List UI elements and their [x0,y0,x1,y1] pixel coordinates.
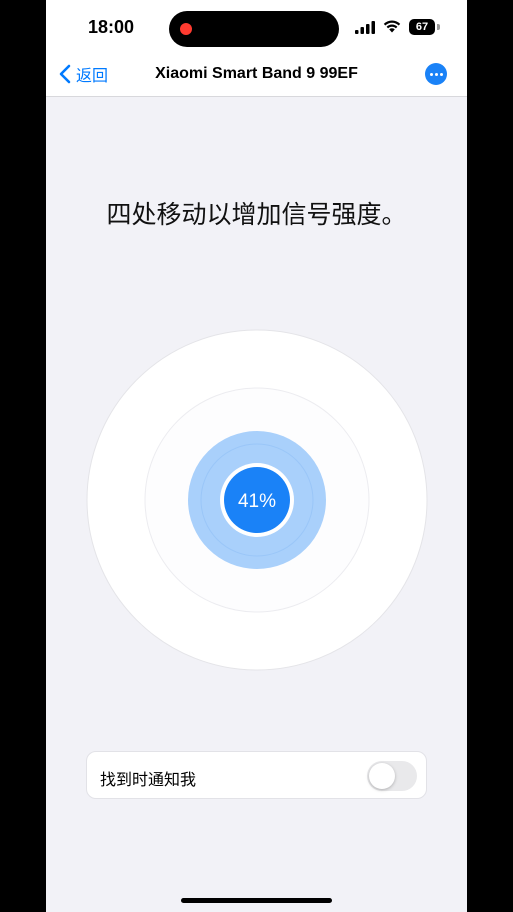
phone-screen: 18:00 67 返回 Xiaomi Smart Band 9 99EF 四处移… [46,0,467,912]
status-bar: 18:00 67 [46,0,467,52]
dynamic-island [169,11,339,47]
signal-radar: 41% [86,329,428,671]
notify-when-found-toggle[interactable] [367,761,417,791]
battery-level: 67 [409,19,435,35]
instruction-text: 四处移动以增加信号强度。 [106,200,407,229]
page-title: Xiaomi Smart Band 9 99EF [155,65,358,82]
ellipsis-circle-icon[interactable] [425,63,447,85]
home-indicator[interactable] [181,898,332,903]
battery-icon: 67 [409,19,441,35]
toggle-knob [369,763,395,789]
chevron-left-icon [59,64,71,84]
recording-indicator-icon [180,23,192,35]
navigation-bar: 返回 Xiaomi Smart Band 9 99EF [46,52,467,97]
battery-cap [437,24,440,30]
back-label: 返回 [76,68,109,85]
signal-percent: 41% [238,491,276,512]
status-time: 18:00 [88,17,135,37]
cellular-signal-icon [355,21,375,34]
notify-when-found-row: 找到时通知我 [86,751,427,799]
wifi-icon [383,20,401,33]
back-button[interactable]: 返回 [58,62,108,86]
notify-when-found-label: 找到时通知我 [100,770,197,789]
